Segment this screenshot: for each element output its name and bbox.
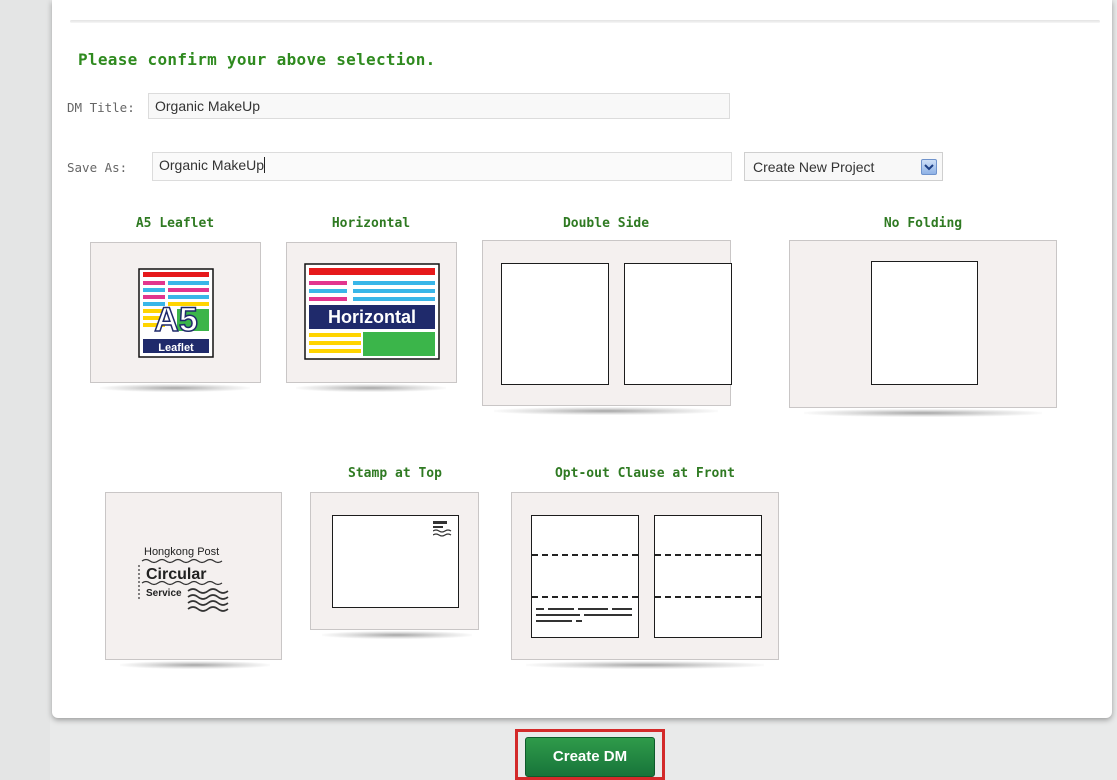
option-label-no-folding: No Folding: [883, 216, 963, 231]
opt-out-text-icon: [536, 608, 632, 622]
option-card-stamp-at-top[interactable]: [310, 492, 479, 630]
hongkong-post-thumbnail: Hongkong Post Circular Service: [138, 546, 229, 612]
card-shadow: [100, 384, 250, 392]
dm-title-field[interactable]: Organic MakeUp: [148, 93, 730, 119]
a5-leaflet-thumbnail: A5 Leaflet: [138, 268, 214, 358]
option-label-double-side: Double Side: [562, 216, 650, 231]
project-select-value: Create New Project: [753, 159, 875, 175]
dm-title-value: Organic MakeUp: [155, 98, 261, 114]
card-shadow: [322, 631, 472, 639]
option-card-a5-leaflet[interactable]: A5 Leaflet: [90, 242, 261, 383]
card-shadow: [526, 661, 764, 669]
page-right: [624, 263, 732, 385]
option-label-horizontal: Horizontal: [331, 216, 411, 231]
project-select[interactable]: Create New Project: [744, 152, 943, 181]
hkpost-line3: Service: [146, 588, 182, 599]
save-as-input[interactable]: Organic MakeUp: [152, 152, 732, 181]
option-label-opt-out-clause: Opt-out Clause at Front: [554, 466, 735, 481]
confirmation-panel: Please confirm your above selection. DM …: [52, 0, 1112, 718]
horizontal-thumbnail: Horizontal: [304, 263, 440, 360]
create-dm-button[interactable]: Create DM: [525, 737, 655, 777]
leaflet-glyph: Leaflet: [158, 342, 194, 354]
card-shadow: [494, 407, 718, 415]
left-margin: [0, 0, 50, 780]
fold-line: [532, 554, 638, 556]
option-card-horizontal[interactable]: Horizontal: [286, 242, 457, 383]
save-as-value: Organic MakeUp: [159, 157, 265, 173]
save-as-label: Save As:: [67, 160, 128, 175]
text-caret: [264, 157, 266, 173]
option-label-stamp-at-top: Stamp at Top: [348, 466, 442, 481]
option-card-opt-out-clause[interactable]: [511, 492, 779, 660]
hkpost-line1: Hongkong Post: [144, 546, 219, 558]
chevron-down-icon[interactable]: [921, 159, 937, 175]
option-label-a5-leaflet: A5 Leaflet: [135, 216, 215, 231]
option-card-no-folding[interactable]: [789, 240, 1057, 408]
fold-line: [655, 554, 761, 556]
fold-line: [655, 596, 761, 598]
card-shadow: [120, 661, 270, 669]
card-shadow: [804, 409, 1042, 417]
card-shadow: [296, 384, 446, 392]
option-card-circular-service[interactable]: Hongkong Post Circular Service: [105, 492, 282, 660]
page-left: [501, 263, 609, 385]
page-right: [654, 515, 762, 638]
single-page: [871, 261, 978, 385]
page-left: [531, 515, 639, 638]
confirm-heading: Please confirm your above selection.: [78, 50, 436, 69]
fold-line: [532, 596, 638, 598]
a5-glyph: A5: [154, 301, 197, 339]
dm-title-label: DM Title:: [67, 100, 135, 115]
divider: [70, 20, 1100, 23]
stamp-icon: [433, 521, 452, 537]
option-card-double-side[interactable]: [482, 240, 732, 406]
horizontal-glyph: Horizontal: [328, 307, 416, 327]
hkpost-line2: Circular: [146, 566, 206, 583]
